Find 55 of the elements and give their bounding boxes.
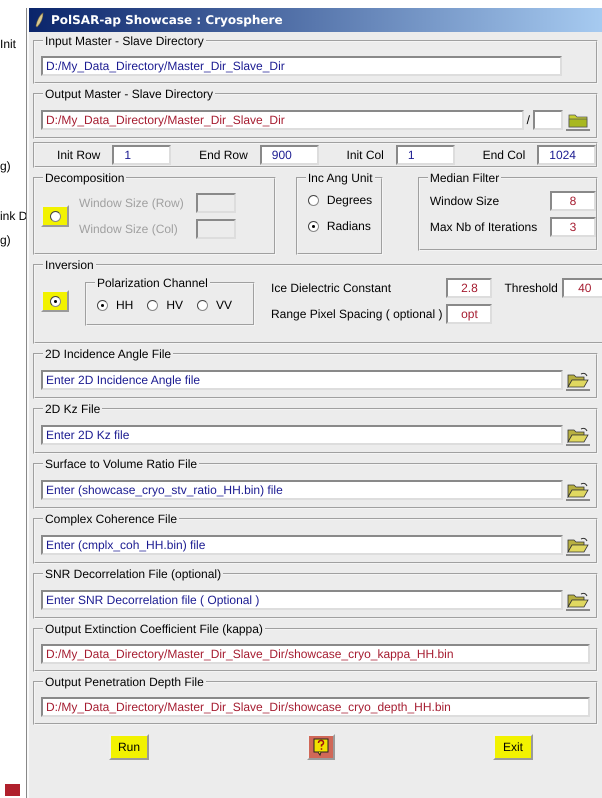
number-field[interactable]: 900	[260, 145, 318, 165]
group-title: Output Penetration Depth File	[45, 675, 204, 689]
field-label: Init Col	[346, 148, 384, 162]
option-label: HV	[166, 298, 184, 312]
group-title: 2D Kz File	[45, 402, 100, 416]
action-button[interactable]: Run	[109, 734, 149, 760]
group-title: Surface to Volume Ratio File	[45, 457, 198, 471]
partial-label: g)	[0, 232, 12, 248]
number-field[interactable]: 1024	[537, 145, 596, 165]
window-title: PolSAR-ap Showcase : Cryosphere	[51, 13, 283, 27]
group-title: Inversion	[45, 258, 94, 272]
file-field[interactable]: Enter (showcase_cryo_stv_ratio_HH.bin) file	[41, 480, 563, 500]
option-label: VV	[216, 298, 232, 312]
file-field[interactable]: Enter 2D Incidence Angle file	[41, 370, 563, 390]
path-separator: /	[526, 113, 530, 127]
field-label: Ice Dielectric Constant	[271, 281, 392, 295]
group-title: SNR Decorrelation File (optional)	[45, 567, 222, 581]
option-label: HH	[116, 298, 134, 312]
group-title: Complex Coherence File	[45, 512, 178, 526]
field-label: Max Nb of Iterations	[430, 220, 538, 234]
field-label: End Col	[482, 148, 526, 162]
number-field[interactable]: 40	[562, 278, 602, 298]
file-field[interactable]: D:/My_Data_Directory/Master_Dir_Slave_Dir/showcase_cryo_depth_HH.bin	[41, 697, 590, 717]
group-title: Output Master - Slave Directory	[45, 87, 214, 101]
file-field[interactable]: D:/My_Data_Directory/Master_Dir_Slave_Dir/showcase_cryo_kappa_HH.bin	[41, 644, 590, 664]
group-title: Inc Ang Unit	[308, 171, 373, 185]
field-label: Window Size	[430, 194, 500, 208]
directory-field[interactable]: D:/My_Data_Directory/Master_Dir_Slave_Dir	[41, 56, 562, 76]
partial-label: g)	[0, 158, 12, 174]
number-field[interactable]: 1	[112, 145, 172, 165]
field-label: Threshold	[504, 281, 558, 295]
number-field[interactable]: 2.8	[446, 278, 492, 298]
number-field[interactable]: opt	[446, 304, 492, 324]
group-title: Decomposition	[45, 171, 124, 185]
option-label: Degrees	[326, 193, 372, 207]
number-field[interactable]: 3	[550, 217, 596, 237]
field-label: Range Pixel Spacing ( optional )	[271, 307, 442, 321]
partial-label: Init	[0, 36, 18, 52]
file-field[interactable]: Enter 2D Kz file	[41, 425, 563, 445]
field-label: End Row	[199, 148, 248, 162]
number-field[interactable]: 8	[550, 191, 596, 211]
group-title: Polarization Channel	[97, 276, 208, 290]
number-field[interactable]: 1	[396, 145, 455, 165]
group-title: 2D Incidence Angle File	[45, 347, 172, 361]
field-label: Init Row	[57, 148, 100, 162]
group-title: Median Filter	[430, 171, 500, 185]
option-label: Radians	[326, 219, 371, 233]
file-field[interactable]: Enter SNR Decorrelation file ( Optional )	[41, 590, 563, 610]
field-label: Window Size (Col)	[79, 222, 179, 236]
group-title: Input Master - Slave Directory	[45, 34, 204, 48]
action-button[interactable]: Exit	[493, 734, 533, 760]
file-field[interactable]: Enter (cmplx_coh_HH.bin) file	[41, 535, 563, 555]
directory-field[interactable]: D:/My_Data_Directory/Master_Dir_Slave_Dir	[41, 110, 524, 130]
field-label: Window Size (Row)	[79, 196, 184, 210]
group-title: Output Extinction Coefficient File (kappa)	[45, 622, 263, 636]
